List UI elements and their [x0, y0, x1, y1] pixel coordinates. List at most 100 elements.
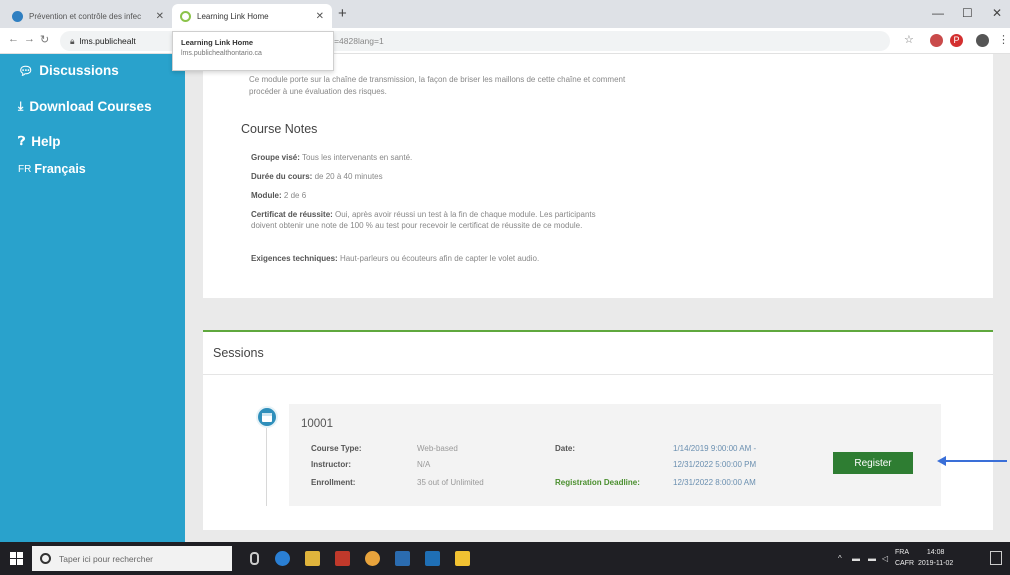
- note-label: Exigences techniques:: [251, 254, 338, 263]
- sidebar-item-language[interactable]: FR Français: [18, 162, 86, 176]
- course-details-card: Ce module porte sur la chaîne de transmi…: [203, 54, 993, 298]
- note-value: de 20 à 40 minutes: [314, 172, 383, 181]
- course-note: Durée du cours: de 20 à 40 minutes: [251, 171, 621, 182]
- note-label: Module:: [251, 191, 282, 200]
- registration-deadline-label: Registration Deadline:: [555, 478, 640, 487]
- course-note: Groupe visé: Tous les intervenants en sa…: [251, 152, 621, 163]
- cortana-icon: [40, 553, 51, 564]
- date-label: Date:: [555, 444, 576, 453]
- registration-deadline-value: 12/31/2022 8:00:00 AM: [673, 478, 756, 487]
- chat-icon: 💬︎: [18, 63, 34, 78]
- site-favicon-icon: [180, 10, 191, 22]
- network-icon[interactable]: ▬: [852, 554, 860, 563]
- sidebar-item-label: Français: [34, 162, 86, 176]
- note-value: Haut-parleurs ou écouteurs afin de capte…: [339, 254, 540, 263]
- url-host: lms.publichealt: [79, 36, 136, 46]
- language-prefix: FR: [18, 163, 32, 175]
- close-tab-icon[interactable]: ✕: [156, 11, 164, 22]
- new-tab-button[interactable]: +: [338, 5, 347, 22]
- notifications-icon[interactable]: [990, 551, 1002, 565]
- volume-icon[interactable]: ◁: [882, 554, 888, 563]
- enrollment-label: Enrollment:: [311, 478, 356, 487]
- taskbar: Taper ici pour rechercher ^ ▬ ▬ ◁ FRA CA…: [0, 542, 1010, 575]
- session-item: 10001 Course Type: Web-based Instructor:…: [289, 404, 941, 506]
- note-value: 2 de 6: [283, 191, 307, 200]
- browser-tab-learning-link[interactable]: Learning Link Home ✕: [172, 4, 332, 28]
- tab-hover-tooltip: Learning Link Home lms.publichealthontar…: [172, 31, 334, 71]
- forward-arrow-icon[interactable]: →: [24, 33, 35, 45]
- tooltip-url: lms.publichealthontario.ca: [181, 50, 262, 57]
- profile-avatar-icon[interactable]: [976, 34, 989, 47]
- reload-icon[interactable]: ↻: [40, 33, 49, 46]
- battery-icon[interactable]: ▬: [868, 554, 876, 563]
- sidebar-item-download-courses[interactable]: ⤓ Download Courses: [18, 99, 152, 114]
- tab-title: Prévention et contrôle des infec: [29, 11, 142, 21]
- sidebar-item-discussions[interactable]: 💬︎ Discussions: [18, 63, 119, 78]
- taskbar-search-input[interactable]: Taper ici pour rechercher: [32, 546, 232, 571]
- browser-tab-strip: Prévention et contrôle des infec ✕ Learn…: [0, 0, 1010, 28]
- edge-icon[interactable]: [275, 551, 290, 566]
- close-window-button[interactable]: ✕: [992, 6, 1002, 20]
- menu-kebab-icon[interactable]: ⋮: [998, 33, 1009, 46]
- date-end-value: 12/31/2022 5:00:00 PM: [673, 460, 757, 469]
- clock-date: 2019-11-02: [918, 560, 954, 567]
- calendar-icon: [256, 406, 278, 428]
- sessions-heading: Sessions: [213, 346, 264, 360]
- course-note: Exigences techniques: Haut-parleurs ou é…: [251, 253, 671, 264]
- clock-time: 14:08: [926, 549, 945, 556]
- sessions-card: Sessions 10001 Course Type: Web-based In…: [203, 330, 1007, 530]
- windows-start-icon[interactable]: [10, 552, 23, 565]
- site-favicon-icon: [12, 10, 23, 22]
- sidebar: 💬︎ Discussions ⤓ Download Courses ❓︎ Hel…: [0, 54, 185, 542]
- bookmark-star-icon[interactable]: ☆: [904, 33, 914, 46]
- outlook-icon[interactable]: [425, 551, 440, 566]
- course-description: Ce module porte sur la chaîne de transmi…: [249, 75, 626, 96]
- session-code: 10001: [301, 418, 333, 430]
- sidebar-item-label: Download Courses: [29, 99, 152, 114]
- lang-code: FRA: [895, 549, 909, 556]
- download-icon: ⤓: [18, 99, 24, 113]
- sticky-notes-icon[interactable]: [455, 551, 470, 566]
- lock-icon: 🔒︎: [70, 35, 75, 46]
- pinterest-extension-icon[interactable]: P: [950, 34, 963, 47]
- app-icon[interactable]: [335, 551, 350, 566]
- browser-toolbar: ← → ↻ 🔒︎ lms.publichealt a?id=4828lang=1…: [0, 28, 1010, 54]
- extension-icon[interactable]: [930, 34, 943, 47]
- course-note: Module: 2 de 6: [251, 190, 621, 201]
- instructor-value: N/A: [417, 460, 431, 469]
- maximize-button[interactable]: ☐: [962, 6, 973, 20]
- help-icon: ❓︎: [18, 134, 26, 148]
- back-arrow-icon[interactable]: ←: [8, 33, 19, 45]
- note-label: Certificat de réussite:: [251, 210, 333, 219]
- enrollment-value: 35 out of Unlimited: [417, 478, 484, 487]
- tooltip-title: Learning Link Home: [181, 38, 254, 47]
- instructor-label: Instructor:: [311, 460, 351, 469]
- course-type-value: Web-based: [417, 444, 458, 453]
- course-notes-heading: Course Notes: [241, 122, 318, 136]
- main-content: Ce module porte sur la chaîne de transmi…: [185, 54, 1010, 542]
- browser-tab-prevention[interactable]: Prévention et contrôle des infec ✕: [4, 4, 172, 28]
- annotation-arrow-line: [945, 460, 1007, 462]
- divider: [203, 374, 993, 375]
- sidebar-item-label: Discussions: [39, 63, 119, 78]
- file-explorer-icon[interactable]: [305, 551, 320, 566]
- tray-chevron-icon[interactable]: ^: [838, 554, 842, 563]
- minimize-button[interactable]: —: [932, 6, 944, 20]
- microphone-icon[interactable]: [250, 552, 259, 565]
- chrome-icon[interactable]: [365, 551, 380, 566]
- word-icon[interactable]: [395, 551, 410, 566]
- note-label: Groupe visé:: [251, 153, 300, 162]
- course-type-label: Course Type:: [311, 444, 362, 453]
- system-clock[interactable]: 14:08 2019-11-02: [918, 547, 953, 569]
- tab-title: Learning Link Home: [197, 11, 269, 21]
- close-tab-icon[interactable]: ✕: [316, 11, 324, 22]
- date-start-value: 1/14/2019 9:00:00 AM -: [673, 444, 757, 453]
- sidebar-item-help[interactable]: ❓︎ Help: [18, 134, 60, 149]
- locale-code: CAFR: [895, 560, 915, 567]
- sidebar-item-label: Help: [31, 134, 61, 149]
- search-placeholder: Taper ici pour rechercher: [59, 553, 154, 564]
- language-indicator[interactable]: FRA CAFR: [895, 547, 914, 569]
- note-label: Durée du cours:: [251, 172, 313, 181]
- register-button[interactable]: Register: [833, 452, 913, 474]
- course-note: Certificat de réussite: Oui, après avoir…: [251, 209, 621, 231]
